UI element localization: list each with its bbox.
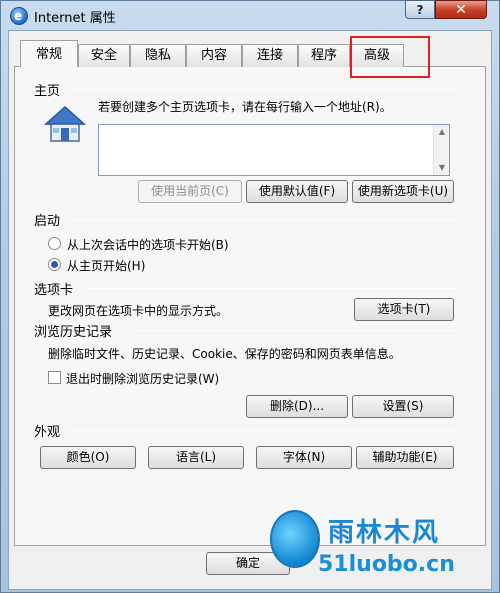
delete-on-exit-checkbox[interactable] <box>48 371 61 384</box>
tab-security[interactable]: 安全 <box>78 44 130 67</box>
history-description: 删除临时文件、历史记录、Cookie、保存的密码和网页表单信息。 <box>48 347 401 361</box>
tabs-description: 更改网页在选项卡中的显示方式。 <box>48 304 229 318</box>
delete-on-exit-label: 退出时删除浏览历史记录(W) <box>66 372 220 386</box>
startup-heading: 启动 <box>34 214 61 229</box>
colors-button[interactable]: 颜色(O) <box>40 446 136 469</box>
homepage-instruction: 若要创建多个主页选项卡，请在每行输入一个地址(R)。 <box>98 100 392 114</box>
appearance-heading: 外观 <box>34 425 61 440</box>
tab-privacy[interactable]: 隐私 <box>130 44 186 67</box>
home-icon <box>44 105 86 142</box>
startup-homepage-radio[interactable] <box>48 258 61 271</box>
scroll-up-icon[interactable]: ▲ <box>434 125 450 139</box>
delete-history-button[interactable]: 删除(D)... <box>246 395 348 418</box>
tab-general[interactable]: 常规 <box>20 40 78 67</box>
tabs-settings-button[interactable]: 选项卡(T) <box>354 298 454 321</box>
watermark-brand: 雨林木风 <box>328 518 441 548</box>
scroll-down-icon[interactable]: ▼ <box>434 161 450 175</box>
use-new-tab-button[interactable]: 使用新选项卡(U) <box>352 180 454 203</box>
accessibility-button[interactable]: 辅助功能(E) <box>356 446 454 469</box>
use-default-button[interactable]: 使用默认值(F) <box>246 180 348 203</box>
window-title: Internet 属性 <box>34 11 116 26</box>
section-divider <box>72 89 456 90</box>
highlight-box <box>350 36 430 78</box>
section-divider <box>136 330 456 331</box>
tab-connections[interactable]: 连接 <box>242 44 298 67</box>
tabs-heading: 选项卡 <box>34 283 74 298</box>
close-button[interactable]: ✕ <box>435 0 487 19</box>
tab-content[interactable]: 内容 <box>186 44 242 67</box>
section-divider <box>84 288 456 289</box>
startup-homepage-label: 从主页开始(H) <box>67 259 146 273</box>
languages-button[interactable]: 语言(L) <box>148 446 244 469</box>
watermark-url: 51luobo.cn <box>318 552 455 577</box>
homepage-address-field[interactable]: ▲ ▼ <box>98 124 450 176</box>
use-current-button[interactable]: 使用当前页(C) <box>138 180 242 203</box>
history-settings-button[interactable]: 设置(S) <box>352 395 454 418</box>
homepage-heading: 主页 <box>34 84 61 99</box>
section-divider <box>72 219 456 220</box>
internet-explorer-icon: e <box>10 7 28 25</box>
homepage-scrollbar[interactable]: ▲ ▼ <box>433 125 449 175</box>
startup-last-session-radio[interactable] <box>48 237 61 250</box>
tab-programs[interactable]: 程序 <box>298 44 350 67</box>
startup-last-session-label: 从上次会话中的选项卡开始(B) <box>67 238 229 252</box>
history-heading: 浏览历史记录 <box>34 325 113 340</box>
watermark-logo-icon <box>270 510 320 568</box>
fonts-button[interactable]: 字体(N) <box>256 446 352 469</box>
help-button[interactable]: ? <box>405 0 435 19</box>
section-divider <box>72 430 456 431</box>
